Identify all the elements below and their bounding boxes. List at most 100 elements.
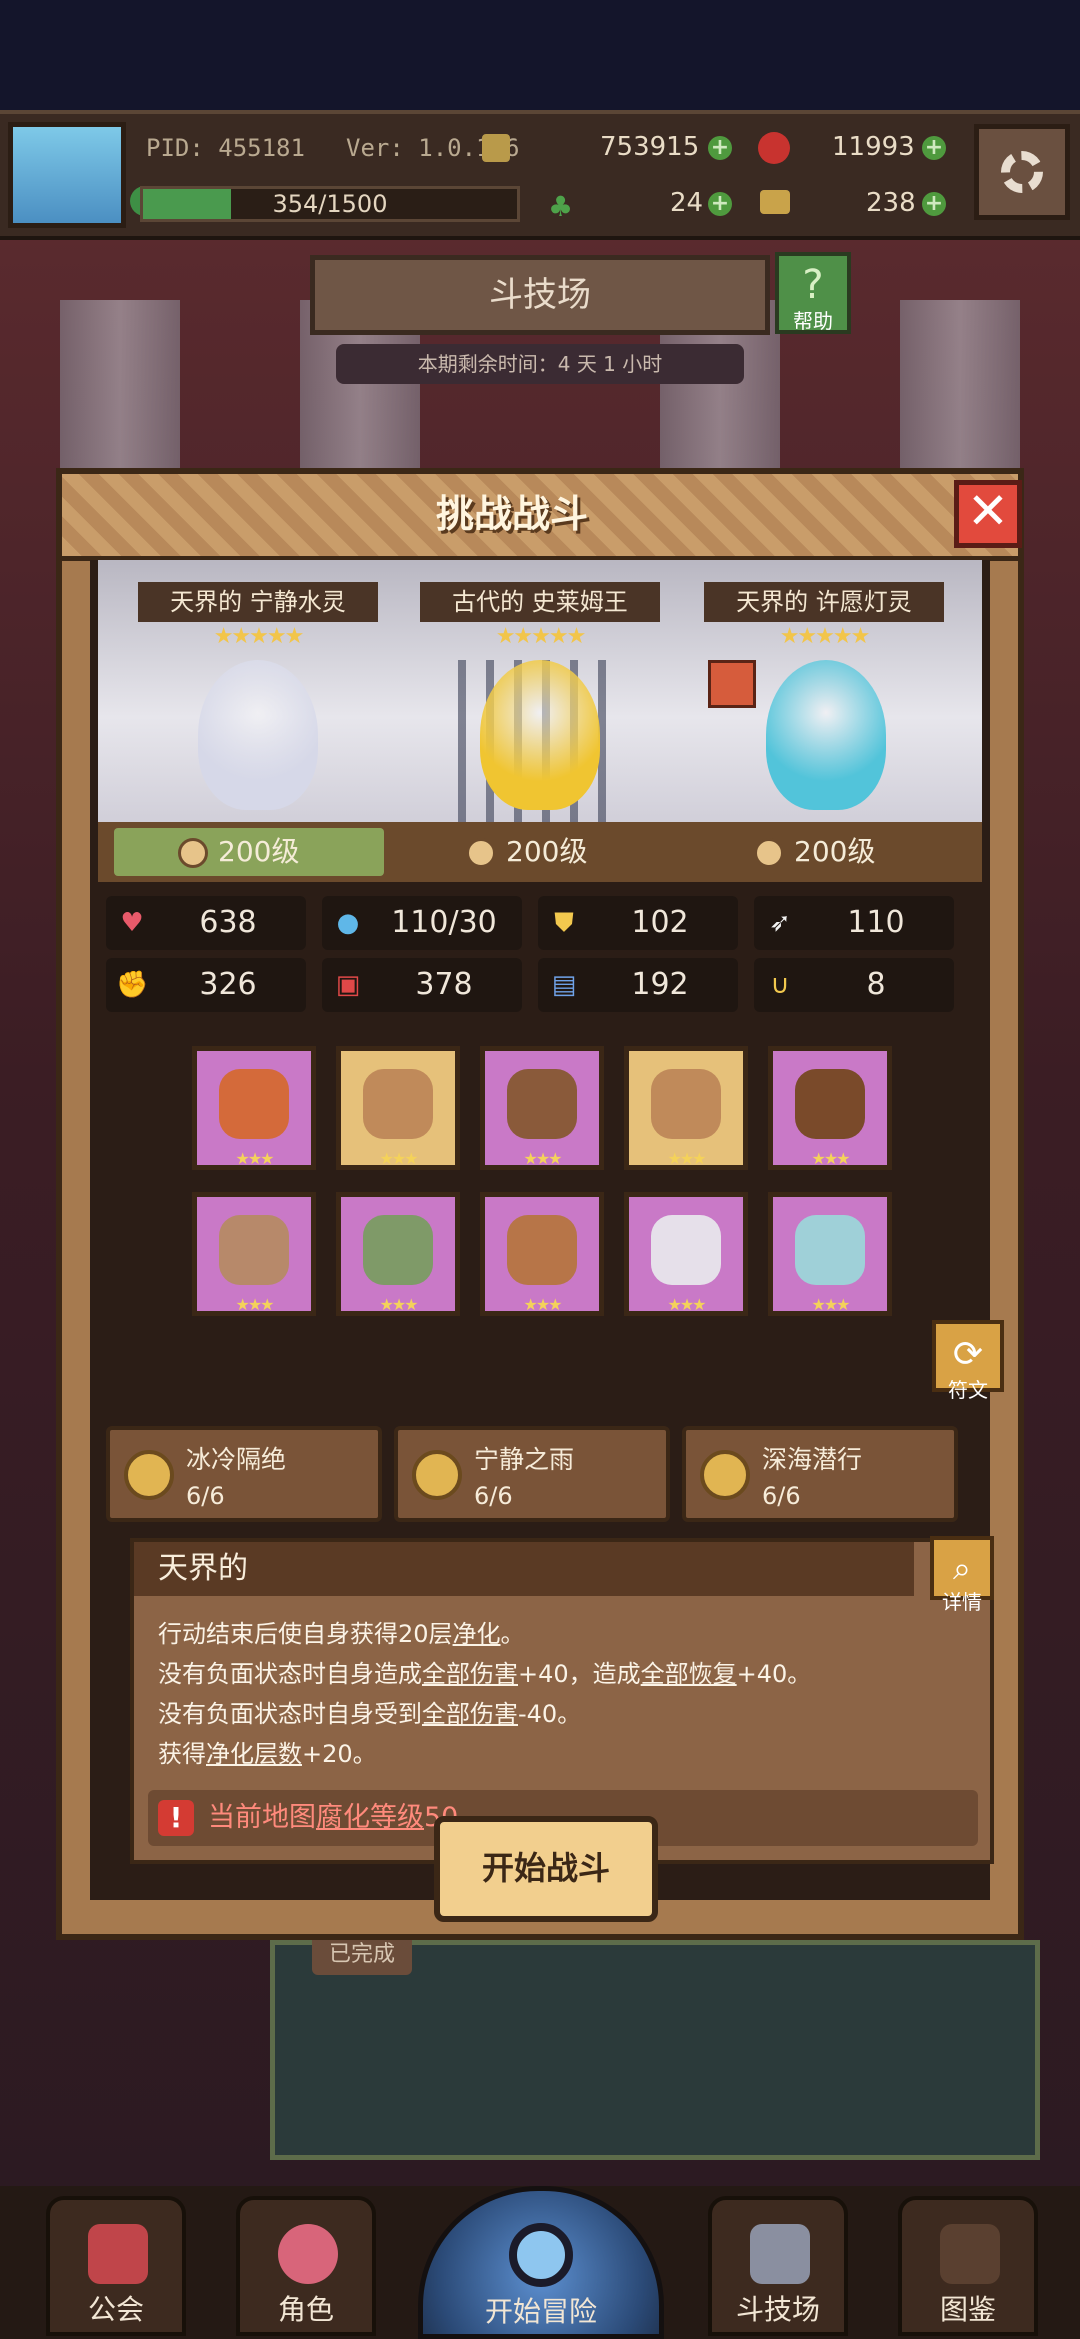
set-name: 深海潜行 xyxy=(762,1445,863,1474)
guild-hall-icon xyxy=(88,2224,148,2284)
set-emblem-icon xyxy=(700,1450,750,1500)
equipment-slot[interactable]: ★★★ xyxy=(624,1046,748,1170)
equipment-slot[interactable]: ★★★ xyxy=(336,1192,460,1316)
hero-level-2-text: 200级 xyxy=(506,835,588,868)
item-stars: ★★★ xyxy=(811,1295,850,1314)
stat-value: 110/30 xyxy=(391,905,497,940)
add-gold-icon[interactable]: + xyxy=(708,136,732,160)
nav-character[interactable]: 角色 xyxy=(236,2196,376,2336)
trait-text: +20。 xyxy=(302,1740,377,1768)
close-button[interactable]: ✕ xyxy=(954,480,1022,548)
hero-sprite-3[interactable] xyxy=(766,660,886,810)
keyword-link[interactable]: 全部恢复 xyxy=(641,1660,737,1688)
details-label: 详情 xyxy=(942,1590,982,1614)
hero-sprite-2[interactable] xyxy=(480,660,600,810)
player-avatar[interactable] xyxy=(8,122,126,228)
codex-book-icon xyxy=(940,2224,1000,2284)
bottom-navigation: 公会 角色 开始冒险 斗技场 图鉴 xyxy=(0,2186,1080,2339)
set-progress: 6/6 xyxy=(186,1482,225,1510)
stat-mana-drop[interactable]: ● 110/30 xyxy=(322,896,522,950)
set-name: 宁静之雨 xyxy=(474,1445,575,1474)
glove-icon xyxy=(507,1215,577,1285)
stat-value: 326 xyxy=(199,967,257,1002)
player-id: PID: 455181 xyxy=(146,134,305,162)
season-remaining-time: 本期剩余时间：4 天 1 小时 xyxy=(336,344,744,384)
amulet-icon xyxy=(507,1069,577,1139)
bag-icon xyxy=(795,1069,865,1139)
shell-icon xyxy=(651,1069,721,1139)
trait-text: 没有负面状态时自身受到 xyxy=(158,1700,422,1728)
dialog-title: 挑战战斗 xyxy=(435,492,588,536)
mana-drop-icon: ● xyxy=(336,908,360,938)
gem-amount: 11993 xyxy=(832,132,915,162)
equipment-slot[interactable]: ★★★ xyxy=(768,1192,892,1316)
set-bonus-1[interactable]: 冰冷隔绝 6/6 xyxy=(106,1426,382,1522)
level-icon xyxy=(178,838,208,868)
enemy-team-display: 天界的 宁静水灵 ★★★★★ 古代的 史莱姆王 ★★★★★ 天界的 许愿灯灵 ★… xyxy=(98,560,982,822)
rune-label: 符文 xyxy=(948,1378,988,1402)
shield-icon: ⛊ xyxy=(554,908,574,938)
nav-guild[interactable]: 公会 xyxy=(46,2196,186,2336)
equipment-slot[interactable]: ★★★ xyxy=(480,1192,604,1316)
equipment-slot[interactable]: ★★★ xyxy=(480,1046,604,1170)
keyword-link[interactable]: 净化层数 xyxy=(206,1740,302,1768)
gear-icon xyxy=(1001,151,1043,193)
add-gems-icon[interactable]: + xyxy=(922,136,946,160)
nav-codex[interactable]: 图鉴 xyxy=(898,2196,1038,2336)
swap-icon: ⟳ xyxy=(952,1334,984,1375)
stat-shield[interactable]: ⛊ 102 xyxy=(538,896,738,950)
nav-start-adventure[interactable]: 开始冒险 xyxy=(418,2186,664,2339)
keyword-link[interactable]: 全部伤害 xyxy=(422,1700,518,1728)
ruby-gem-icon xyxy=(758,132,790,164)
add-clover-icon[interactable]: + xyxy=(708,192,732,216)
hero-name-1: 天界的 宁静水灵 xyxy=(138,582,378,622)
hero-level-1: 200级 xyxy=(178,822,299,882)
equipment-slot[interactable]: ★★★ xyxy=(768,1046,892,1170)
equipment-slot[interactable]: ★★★ xyxy=(192,1046,316,1170)
spellbook-icon: ▣ xyxy=(335,970,361,1000)
keyword-link[interactable]: 腐化等级 xyxy=(316,1802,424,1833)
staff-icon xyxy=(219,1069,289,1139)
trait-line-2: 没有负面状态时自身造成全部伤害+40，造成全部恢复+40。 xyxy=(158,1654,811,1689)
stat-potion-scroll[interactable]: ▤ 192 xyxy=(538,958,738,1012)
keyword-link[interactable]: 全部伤害 xyxy=(422,1660,518,1688)
item-stars: ★★★ xyxy=(379,1295,418,1314)
nav-arena[interactable]: 斗技场 xyxy=(708,2196,848,2336)
stat-value: 378 xyxy=(415,967,473,1002)
hero-stars-2: ★★★★★ xyxy=(495,624,587,649)
stat-fist[interactable]: ✊ 326 xyxy=(106,958,306,1012)
trait-title-bar: 天界的 xyxy=(134,1542,914,1596)
equipment-slot[interactable]: ★★★ xyxy=(624,1192,748,1316)
warning-text-part: 当前地图 xyxy=(208,1802,316,1833)
trait-title: 天界的 xyxy=(158,1551,248,1586)
gold-coin-icon xyxy=(482,134,510,162)
help-label: 帮助 xyxy=(793,309,833,333)
key-amount: 238 xyxy=(866,188,916,218)
horseshoe-icon: ∪ xyxy=(770,970,790,1000)
hero-sprite-1[interactable] xyxy=(198,660,318,810)
trait-line-1: 行动结束后使自身获得20层净化。 xyxy=(158,1614,525,1649)
item-stars: ★★★ xyxy=(523,1149,562,1168)
bull-helmet-icon xyxy=(219,1215,289,1285)
character-icon xyxy=(278,2224,338,2284)
potion-scroll-icon: ▤ xyxy=(551,970,577,1000)
skill-badge-icon[interactable] xyxy=(708,660,756,708)
stat-horseshoe[interactable]: ∪ 8 xyxy=(754,958,954,1012)
hero-name-2: 古代的 史莱姆王 xyxy=(420,582,660,622)
stat-heart[interactable]: ♥ 638 xyxy=(106,896,306,950)
keyword-link[interactable]: 净化 xyxy=(453,1620,501,1648)
settings-button[interactable] xyxy=(974,124,1070,220)
equipment-slot[interactable]: ★★★ xyxy=(192,1192,316,1316)
heart-icon: ♥ xyxy=(120,908,144,938)
stat-spellbook[interactable]: ▣ 378 xyxy=(322,958,522,1012)
start-battle-button[interactable]: 开始战斗 xyxy=(434,1816,658,1922)
item-stars: ★★★ xyxy=(811,1149,850,1168)
energy-bar: 354/1500 xyxy=(140,186,520,222)
set-bonus-2[interactable]: 宁静之雨 6/6 xyxy=(394,1426,670,1522)
boots-icon xyxy=(795,1215,865,1285)
trait-text: 行动结束后使自身获得20层 xyxy=(158,1620,453,1648)
set-bonus-3[interactable]: 深海潜行 6/6 xyxy=(682,1426,958,1522)
equipment-slot[interactable]: ★★★ xyxy=(336,1046,460,1170)
stat-wing[interactable]: ➶ 110 xyxy=(754,896,954,950)
add-keys-icon[interactable]: + xyxy=(922,192,946,216)
